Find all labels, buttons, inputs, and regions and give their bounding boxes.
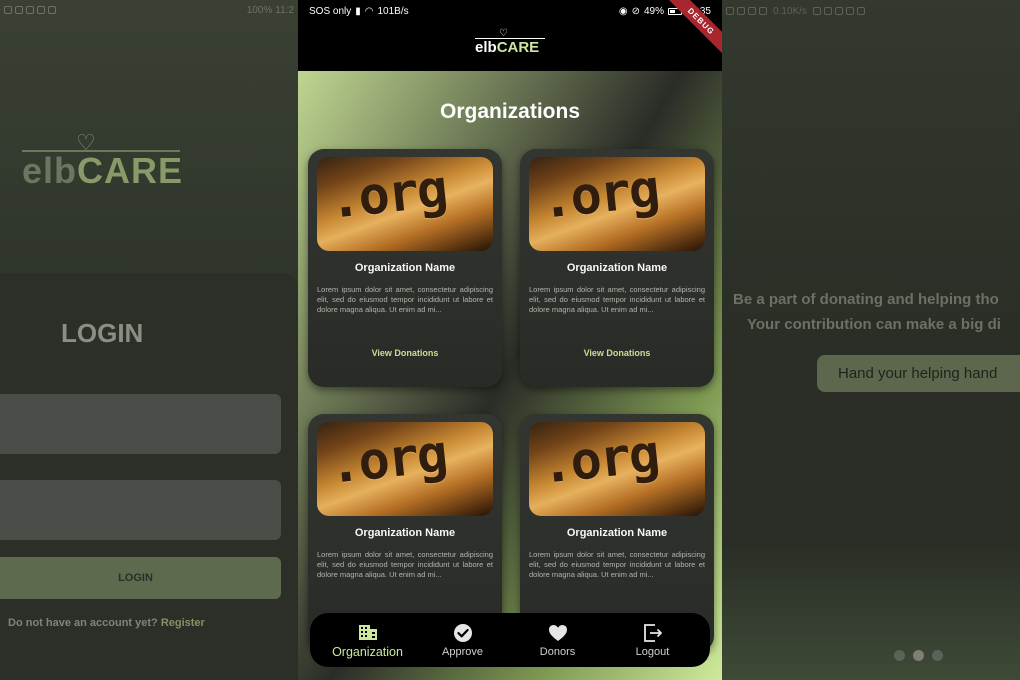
notification-icons <box>4 6 56 14</box>
heart-outline-icon: ♡ <box>499 28 508 39</box>
logout-icon <box>643 623 662 642</box>
nav-organization[interactable]: Organization <box>323 622 413 659</box>
nav-approve[interactable]: Approve <box>418 623 508 658</box>
nav-label: Logout <box>635 645 670 658</box>
organization-card[interactable]: .org Organization Name Lorem ipsum dolor… <box>520 149 714 387</box>
onboarding-screen-preview: 0.10K/s Be a part of donating and helpin… <box>722 0 1020 680</box>
heart-icon <box>548 624 567 641</box>
battery-level: 49% <box>643 5 664 17</box>
page-dot-active[interactable] <box>913 650 924 661</box>
network-speed: 0.10K/s <box>773 5 807 17</box>
organization-name: Organization Name <box>354 262 456 274</box>
login-screen-preview: 100% 11:2 ♡ elbCARE LOGIN LOGIN Do not h… <box>0 0 298 680</box>
page-dot[interactable] <box>932 650 943 661</box>
organization-image: .org <box>529 157 705 251</box>
organization-image: .org <box>317 157 493 251</box>
network-status: SOS only <box>309 5 352 17</box>
notification-icons <box>726 7 767 15</box>
status-bar: SOS only ▮ ◠ 101B/s ◉ ⊘ 49% 18:35 <box>309 4 711 18</box>
view-donations-link[interactable]: View Donations <box>520 348 714 358</box>
page-dot[interactable] <box>894 650 905 661</box>
mute-icon: ⊘ <box>631 5 640 17</box>
organization-description: Lorem ipsum dolor sit amet, consectetur … <box>317 285 493 314</box>
app-logo: ♡ elbCARE <box>22 130 184 191</box>
view-donations-link[interactable]: View Donations <box>308 348 502 358</box>
eye-icon: ◉ <box>618 5 628 17</box>
onboarding-tagline: Be a part of donating and helping tho Yo… <box>733 291 1001 333</box>
clock: 11:2 <box>275 4 294 16</box>
username-field[interactable] <box>0 394 281 454</box>
organization-description: Lorem ipsum dolor sit amet, consectetur … <box>317 550 493 579</box>
app-logo: ♡ elbCARE <box>475 28 545 56</box>
status-icons <box>812 7 865 15</box>
nav-label: Approve <box>442 645 483 658</box>
page-title: Organizations <box>439 100 581 123</box>
status-bar: 100% 11:2 <box>4 3 294 17</box>
network-speed: 101B/s <box>377 5 409 17</box>
signal-icon: ▮ <box>355 5 361 17</box>
organization-image: .org <box>529 422 705 516</box>
organization-card[interactable]: .org Organization Name Lorem ipsum dolor… <box>308 149 502 387</box>
nav-donors[interactable]: Donors <box>513 623 603 658</box>
nav-label: Donors <box>539 645 576 658</box>
organization-name: Organization Name <box>354 527 456 539</box>
register-link[interactable]: Register <box>161 617 205 629</box>
app-header: SOS only ▮ ◠ 101B/s ◉ ⊘ 49% 18:35 DEBUG … <box>298 0 722 71</box>
page-indicator <box>894 650 943 661</box>
building-icon <box>358 624 377 640</box>
battery-level: 100% <box>246 4 273 16</box>
organization-name: Organization Name <box>566 527 668 539</box>
login-button[interactable]: LOGIN <box>0 557 281 599</box>
phone-screen: SOS only ▮ ◠ 101B/s ◉ ⊘ 49% 18:35 DEBUG … <box>298 0 722 680</box>
check-circle-icon <box>453 623 472 642</box>
status-bar: 0.10K/s <box>726 4 865 18</box>
nav-logout[interactable]: Logout <box>608 623 698 658</box>
organization-name: Organization Name <box>566 262 668 274</box>
helping-hand-button[interactable]: Hand your helping hand <box>817 355 1020 392</box>
organization-image: .org <box>317 422 493 516</box>
wifi-icon: ◠ <box>364 5 374 17</box>
password-field[interactable] <box>0 480 281 540</box>
login-title: LOGIN <box>61 318 144 348</box>
bottom-navigation: Organization Approve Donors Logout <box>310 613 710 667</box>
nav-label: Organization <box>332 644 403 659</box>
register-prompt: Do not have an account yet? Register <box>8 617 205 629</box>
organization-description: Lorem ipsum dolor sit amet, consectetur … <box>529 285 705 314</box>
organization-description: Lorem ipsum dolor sit amet, consectetur … <box>529 550 705 579</box>
